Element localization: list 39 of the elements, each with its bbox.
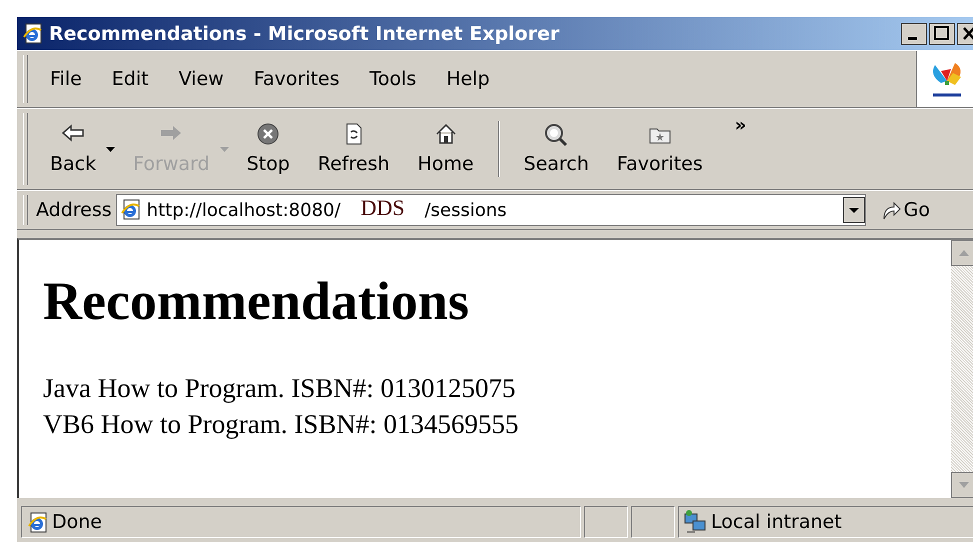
- dropdown-caret-icon[interactable]: [106, 146, 116, 152]
- more-button[interactable]: »: [734, 115, 746, 136]
- menu-item[interactable]: Favorites: [240, 68, 356, 90]
- stop-icon: [256, 123, 280, 147]
- window-title: Recommendations - Microsoft Internet Explorer: [49, 22, 560, 44]
- status-text: Done: [52, 511, 102, 533]
- toolbar-button[interactable]: Search: [510, 123, 603, 175]
- scrollbar[interactable]: [951, 240, 973, 498]
- address-field[interactable]: http://localhost:8080/ DDS /sessions: [116, 194, 866, 226]
- scroll-up-icon[interactable]: [951, 240, 973, 266]
- minimize-icon[interactable]: [901, 22, 927, 44]
- toolbar-button[interactable]: Stop: [232, 123, 304, 175]
- text-line: VB6 How to Program. ISBN#: 0134569555: [43, 408, 520, 441]
- menu-item[interactable]: Help: [432, 68, 506, 90]
- toolbar-button[interactable]: Home: [404, 123, 488, 175]
- close-icon[interactable]: [957, 22, 973, 44]
- url-text: /sessions: [424, 200, 507, 220]
- status-pane: [631, 506, 675, 538]
- magnifier-icon: [544, 123, 568, 147]
- network-icon: [683, 510, 707, 534]
- zone-text: Local intranet: [711, 511, 842, 533]
- address-label: Address: [36, 199, 112, 221]
- maximize-icon[interactable]: [929, 22, 955, 44]
- overlay-label: DDS: [360, 195, 406, 221]
- toolbar-button[interactable]: Back: [36, 123, 120, 175]
- url-text: http://localhost:8080/: [146, 200, 341, 220]
- menu-item[interactable]: View: [164, 68, 240, 90]
- menu-item[interactable]: Edit: [98, 68, 165, 90]
- menu-item[interactable]: Tools: [356, 68, 432, 90]
- page-heading: Recommendations: [43, 270, 469, 332]
- toolbar-button[interactable]: Favorites: [602, 123, 717, 175]
- scroll-down-icon[interactable]: [951, 472, 973, 498]
- go-button[interactable]: Go: [880, 199, 930, 221]
- page-icon: [26, 511, 48, 533]
- menu-item[interactable]: File: [36, 68, 98, 90]
- status-pane: [584, 506, 628, 538]
- text-line: Java How to Program. ISBN#: 0130125075: [43, 372, 516, 405]
- house-icon: [434, 123, 458, 147]
- toolbar-button[interactable]: Refresh: [304, 123, 404, 175]
